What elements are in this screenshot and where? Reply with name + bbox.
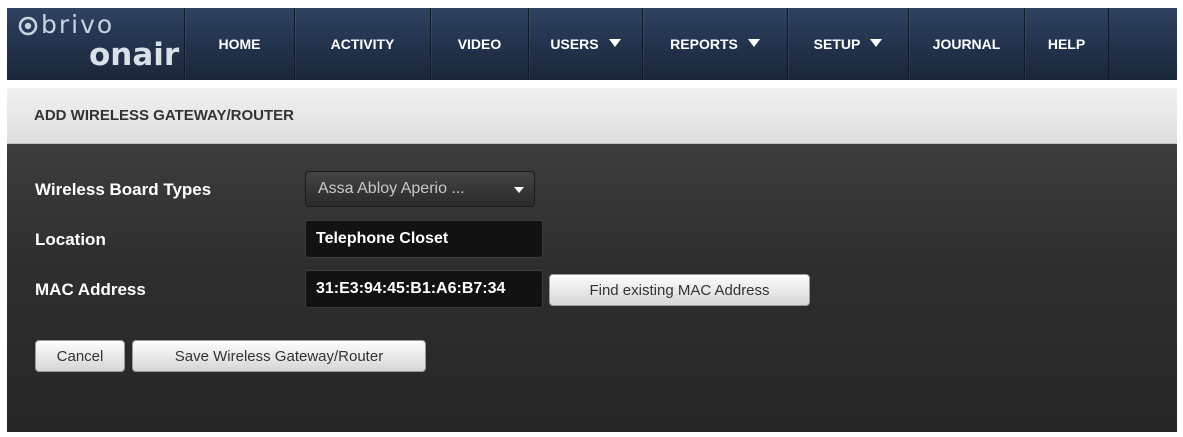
cancel-button-label: Cancel (56, 347, 104, 365)
cancel-button[interactable]: Cancel (35, 340, 125, 372)
mac-address-label: MAC Address (35, 280, 146, 299)
board-types-select[interactable]: Assa Abloy Aperio ... (305, 171, 535, 207)
save-gateway-button-label: Save Wireless Gateway/Router (174, 347, 384, 365)
nav-video[interactable]: VIDEO (431, 8, 529, 80)
nav-users-label: USERS (550, 36, 599, 52)
gateway-form-panel: Wireless Board Types Assa Abloy Aperio .… (7, 144, 1177, 432)
nav-journal[interactable]: JOURNAL (909, 8, 1025, 80)
logo-brivo-text: brivo (41, 10, 115, 39)
nav-help-label: HELP (1047, 36, 1086, 52)
mac-address-input[interactable] (305, 270, 543, 308)
nav-setup-label: SETUP (813, 36, 861, 52)
top-navbar: brivo onair HOME ACTIVITY VIDEO USERS RE… (7, 8, 1177, 80)
nav-journal-label: JOURNAL (932, 36, 1001, 52)
find-mac-address-label: Find existing MAC Address (589, 281, 770, 299)
app-window: brivo onair HOME ACTIVITY VIDEO USERS RE… (0, 0, 1183, 437)
brivo-onair-logo[interactable]: brivo onair (7, 8, 185, 80)
brivo-circle-logo-icon (18, 16, 38, 36)
nav-reports[interactable]: REPORTS (643, 8, 788, 80)
chevron-down-icon (870, 39, 883, 47)
nav-setup[interactable]: SETUP (788, 8, 909, 80)
logo-onair-text: onair (89, 37, 180, 73)
nav-video-label: VIDEO (457, 36, 502, 52)
nav-home[interactable]: HOME (185, 8, 295, 80)
board-types-value: Assa Abloy Aperio ... (318, 180, 465, 197)
page-title-bar: ADD WIRELESS GATEWAY/ROUTER (7, 88, 1177, 144)
page-title: ADD WIRELESS GATEWAY/ROUTER (34, 107, 295, 124)
nav-help[interactable]: HELP (1025, 8, 1109, 80)
chevron-down-icon (608, 39, 621, 47)
chevron-down-icon (747, 39, 760, 47)
nav-home-label: HOME (218, 36, 261, 52)
board-types-label: Wireless Board Types (35, 180, 212, 199)
nav-activity[interactable]: ACTIVITY (295, 8, 431, 80)
save-gateway-button[interactable]: Save Wireless Gateway/Router (132, 340, 426, 372)
find-mac-address-button[interactable]: Find existing MAC Address (549, 274, 810, 306)
nav-activity-label: ACTIVITY (330, 36, 395, 52)
location-label: Location (35, 230, 106, 249)
caret-down-icon (514, 187, 524, 193)
nav-reports-label: REPORTS (670, 36, 738, 52)
nav-users[interactable]: USERS (529, 8, 643, 80)
location-input[interactable] (305, 220, 543, 258)
